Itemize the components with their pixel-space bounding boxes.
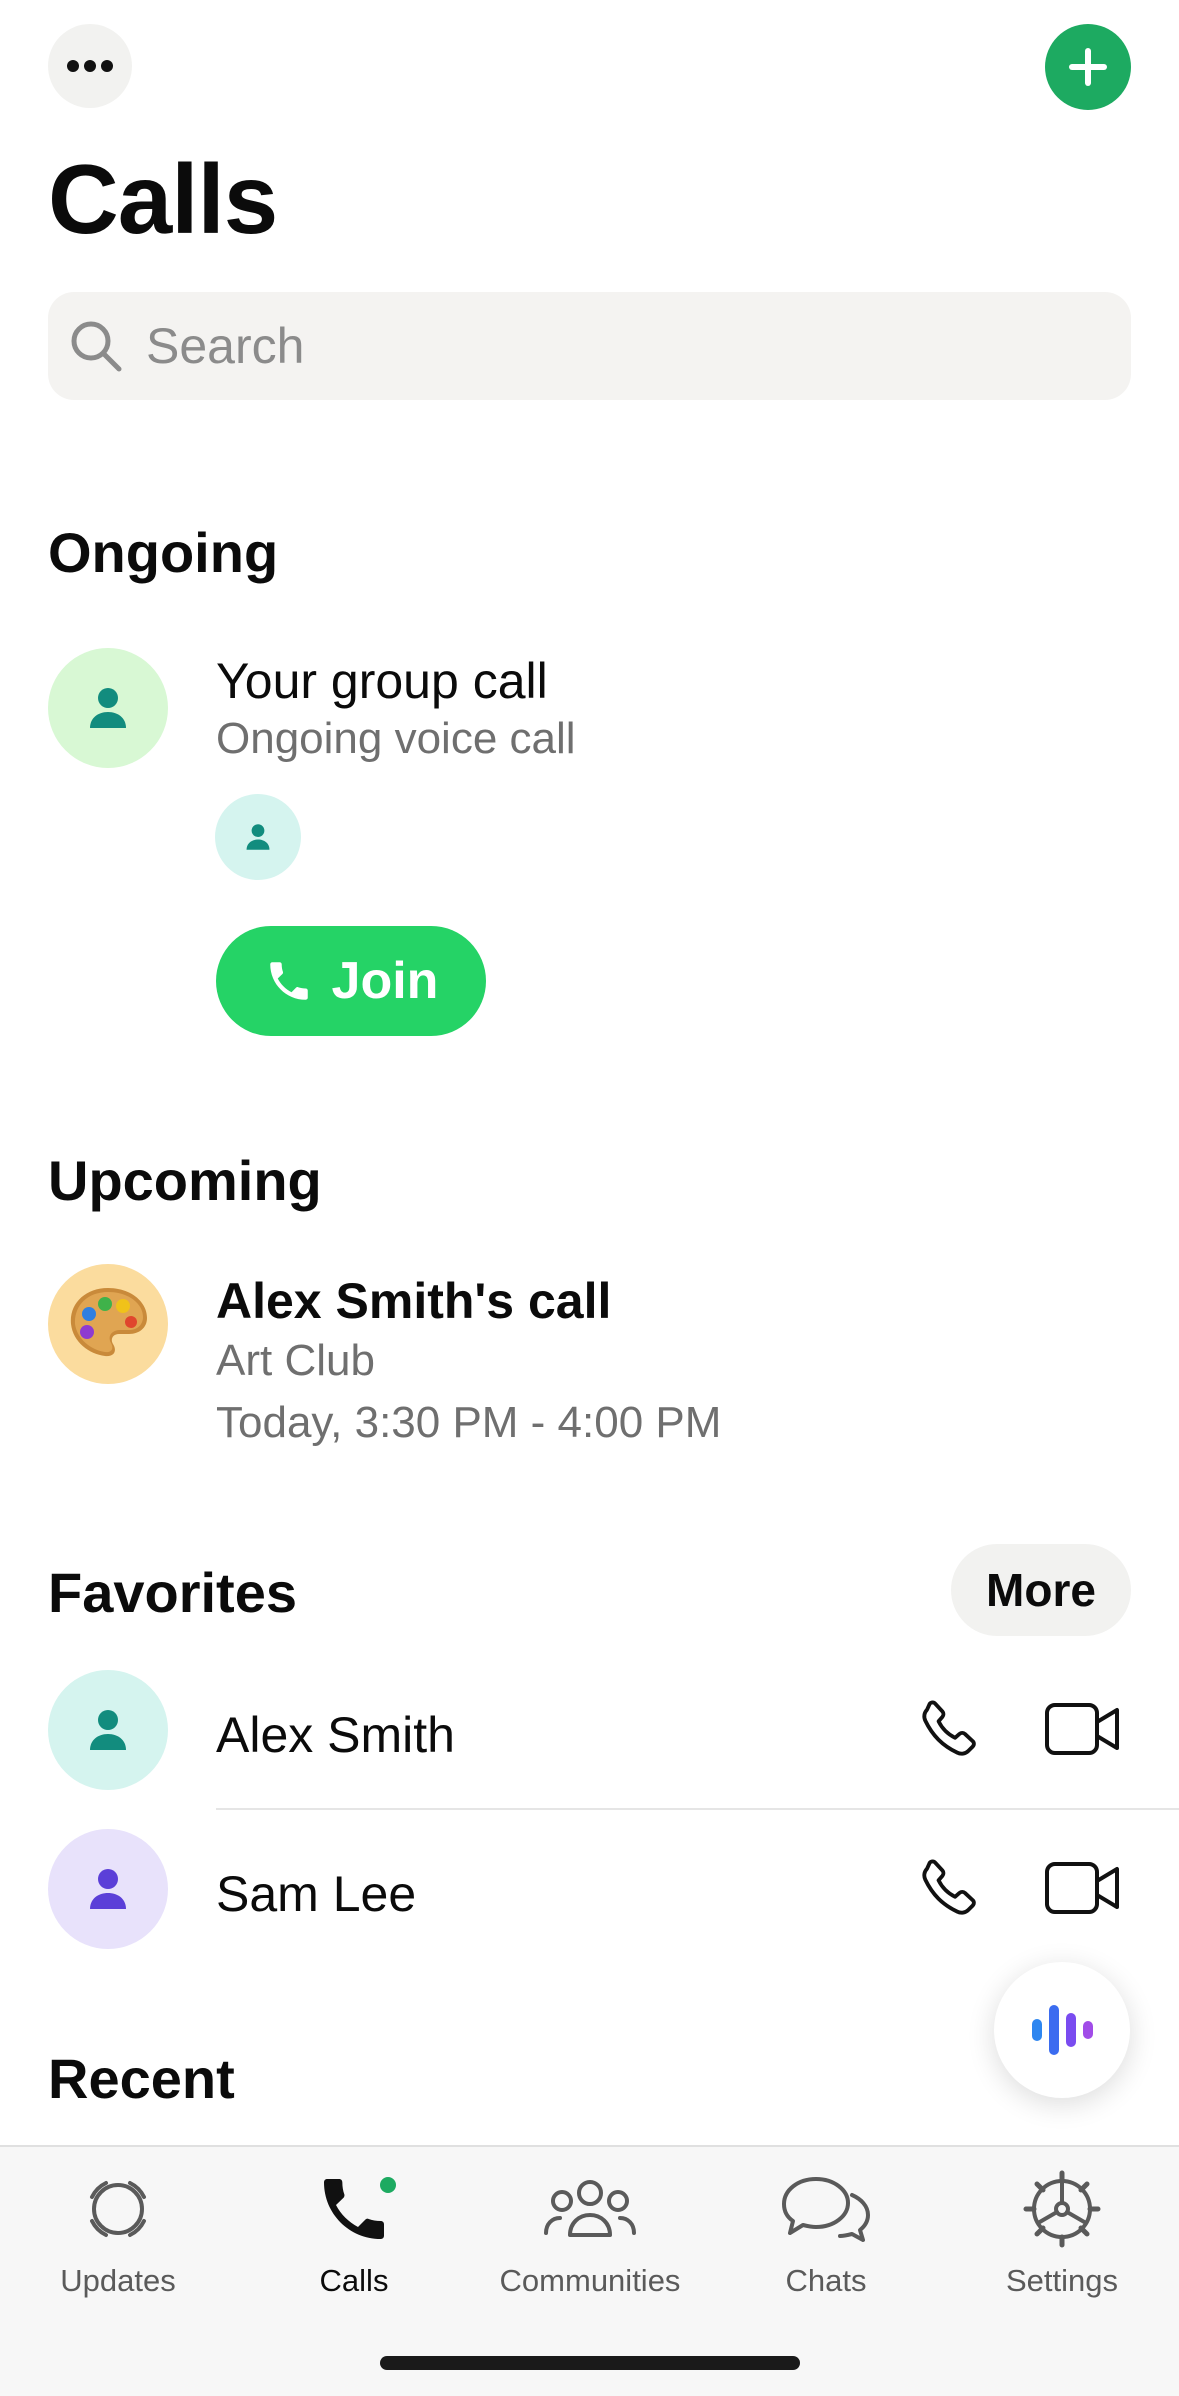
recent-section-title: Recent xyxy=(48,2047,235,2110)
join-label: Join xyxy=(331,952,439,1010)
video-call-icon[interactable] xyxy=(1044,1700,1122,1758)
participant-avatar xyxy=(215,794,301,880)
contact-name: Sam Lee xyxy=(216,1866,417,1922)
tab-chats[interactable]: Chats xyxy=(708,2163,944,2299)
person-icon xyxy=(246,824,270,850)
ongoing-call-subtitle: Ongoing voice call xyxy=(216,714,576,763)
person-icon xyxy=(90,1869,126,1909)
person-icon xyxy=(90,1710,126,1750)
tab-updates[interactable]: Updates xyxy=(0,2163,236,2299)
video-call-icon[interactable] xyxy=(1044,1859,1122,1917)
upcoming-call-title[interactable]: Alex Smith's call xyxy=(216,1272,611,1330)
favorites-section-title: Favorites xyxy=(48,1561,297,1624)
updates-icon xyxy=(90,2181,146,2237)
group-call-avatar[interactable] xyxy=(48,648,168,768)
ongoing-section-title: Ongoing xyxy=(48,521,279,584)
join-call-button[interactable]: Join xyxy=(216,926,486,1036)
palette-icon xyxy=(70,1288,147,1357)
upcoming-call-group: Art Club xyxy=(216,1336,375,1385)
search-input[interactable] xyxy=(146,317,1046,375)
phone-icon xyxy=(269,962,308,1000)
voice-assistant-button[interactable] xyxy=(994,1962,1130,2098)
audio-waveform-icon xyxy=(1032,2005,1093,2055)
plus-icon xyxy=(1069,48,1107,86)
contact-name: Alex Smith xyxy=(216,1707,455,1763)
gear-icon xyxy=(1023,2170,1101,2248)
home-indicator xyxy=(380,2356,800,2370)
notification-dot xyxy=(380,2177,396,2193)
communities-icon xyxy=(544,2180,636,2237)
tab-label: Updates xyxy=(60,2263,176,2298)
ongoing-call-title[interactable]: Your group call xyxy=(216,652,548,710)
chats-icon xyxy=(782,2177,870,2242)
person-icon xyxy=(90,688,126,728)
search-bar[interactable] xyxy=(48,292,1131,400)
upcoming-section-title: Upcoming xyxy=(48,1149,322,1212)
tab-label: Calls xyxy=(319,2263,389,2298)
tab-label: Settings xyxy=(1005,2263,1118,2298)
new-call-button[interactable] xyxy=(1045,24,1131,110)
more-options-button[interactable] xyxy=(48,24,132,108)
contact-avatar xyxy=(48,1829,168,1949)
top-bar xyxy=(0,24,1179,110)
tab-label: Communities xyxy=(499,2263,681,2298)
tab-communities[interactable]: Communities xyxy=(472,2163,708,2299)
tab-calls[interactable]: Calls xyxy=(236,2163,472,2299)
contact-avatar xyxy=(48,1670,168,1790)
tab-label: Chats xyxy=(785,2263,867,2298)
tab-settings[interactable]: Settings xyxy=(944,2163,1179,2299)
ellipsis-icon xyxy=(67,60,113,72)
favorites-more-button[interactable]: More xyxy=(951,1544,1131,1636)
voice-call-icon[interactable] xyxy=(916,1855,982,1921)
page-title: Calls xyxy=(48,144,278,254)
favorite-row[interactable]: Alex Smith xyxy=(0,1652,1179,1808)
search-icon xyxy=(71,321,122,372)
row-divider xyxy=(216,1808,1179,1810)
upcoming-call-time: Today, 3:30 PM - 4:00 PM xyxy=(216,1398,722,1447)
art-club-avatar[interactable] xyxy=(48,1264,168,1384)
voice-call-icon[interactable] xyxy=(916,1696,982,1762)
favorite-row[interactable]: Sam Lee xyxy=(0,1811,1179,1967)
